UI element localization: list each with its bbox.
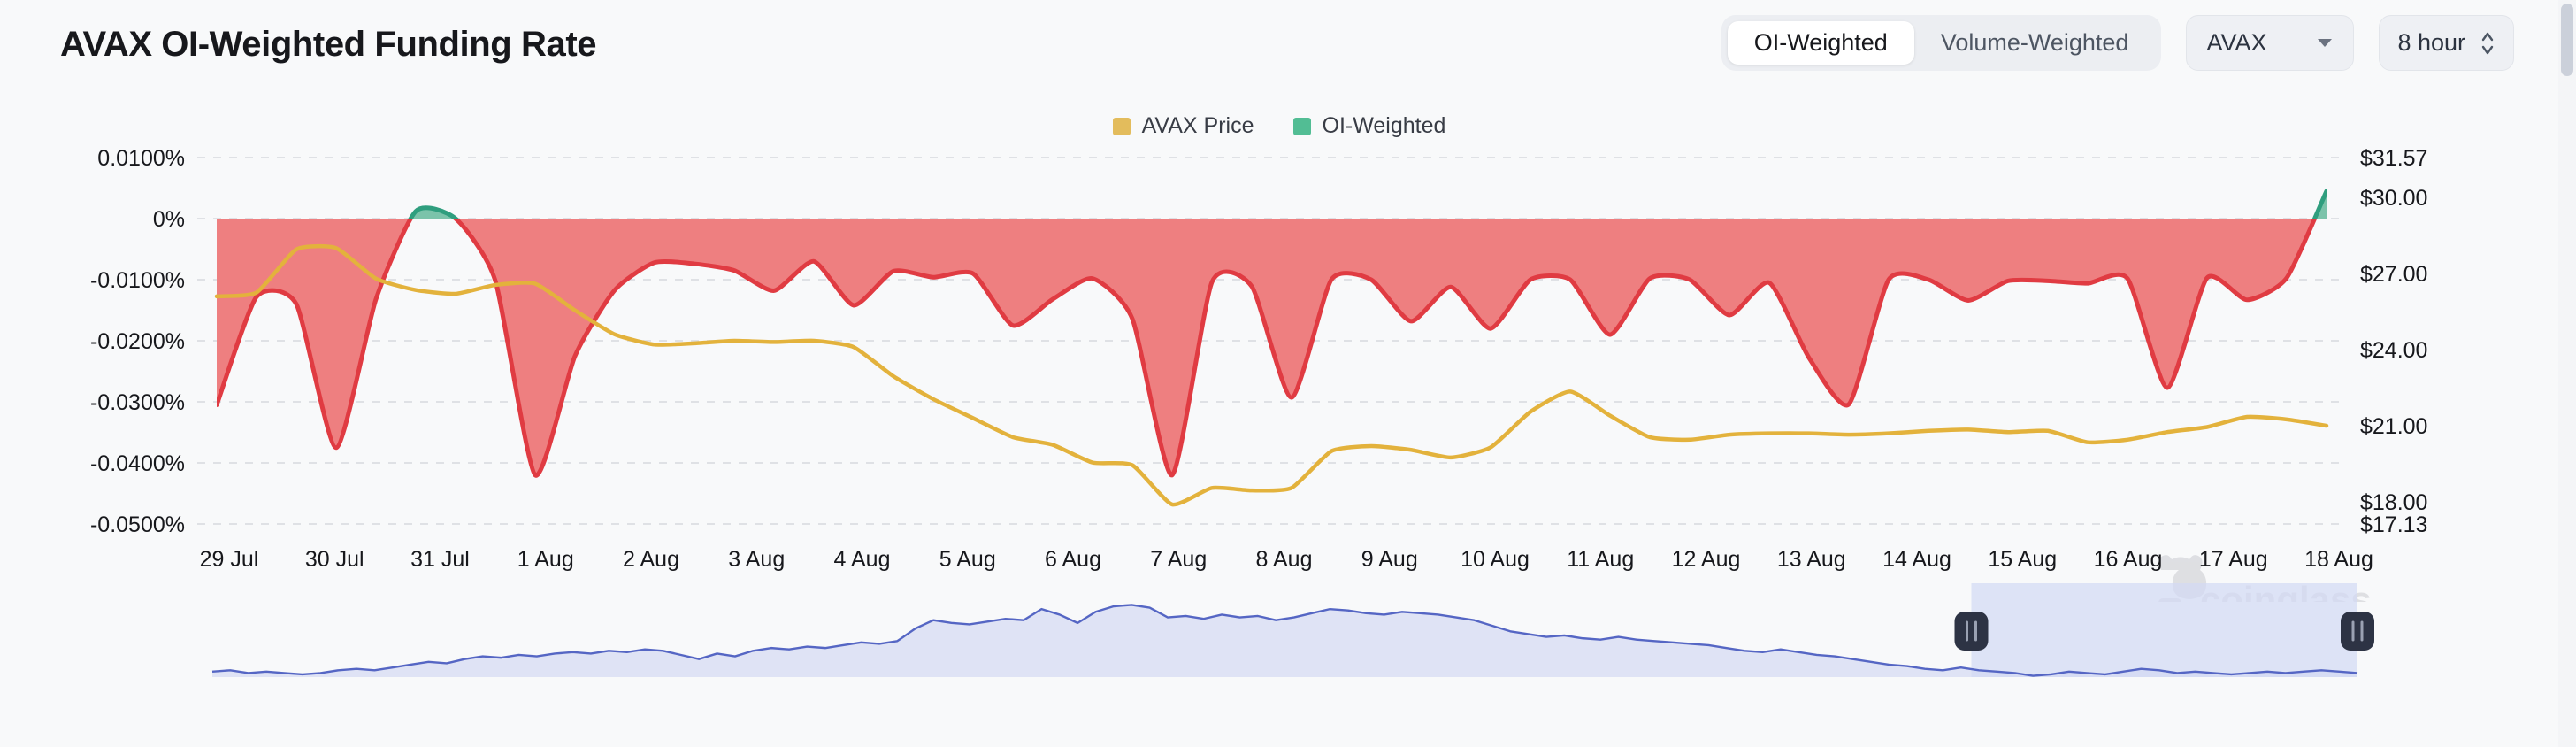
tab-volume-weighted[interactable]: Volume-Weighted <box>1914 21 2156 65</box>
x-axis-label: 30 Jul <box>305 547 364 572</box>
y-axis-left-label: -0.0300% <box>90 390 185 415</box>
x-axis-label: 8 Aug <box>1256 547 1313 572</box>
x-axis-label: 29 Jul <box>200 547 259 572</box>
x-axis-label: 18 Aug <box>2304 547 2373 572</box>
navigator-selection-band[interactable] <box>1971 583 2358 677</box>
y-axis-right-label: $30.00 <box>2360 186 2427 211</box>
stepper-updown-icon <box>2480 29 2496 58</box>
y-axis-left-label: -0.0200% <box>90 329 185 354</box>
x-axis-label: 1 Aug <box>518 547 574 572</box>
y-axis-right-label: $17.13 <box>2360 512 2427 537</box>
legend-item-avax-price[interactable]: AVAX Price <box>1112 113 1254 139</box>
x-axis-label: 10 Aug <box>1460 547 1530 572</box>
x-axis-label: 7 Aug <box>1150 547 1207 572</box>
chart-navigator[interactable] <box>0 580 2558 695</box>
legend-swatch-oi-weighted <box>1292 117 1311 135</box>
x-axis-label: 15 Aug <box>1988 547 2057 572</box>
y-axis-left-label: 0% <box>153 207 185 232</box>
page-scrollbar-track[interactable] <box>2558 0 2576 747</box>
x-axis-label: 13 Aug <box>1777 547 1846 572</box>
x-axis-label: 17 Aug <box>2199 547 2268 572</box>
weighting-toggle-group: OI-Weighted Volume-Weighted <box>1721 15 2162 71</box>
handle-body[interactable] <box>2341 612 2374 651</box>
chart-page: AVAX OI-Weighted Funding Rate OI-Weighte… <box>0 0 2576 747</box>
funding-rate-chart[interactable]: coinglass0.0100%0%-0.0100%-0.0200%-0.030… <box>0 142 2558 602</box>
x-axis-label: 2 Aug <box>623 547 679 572</box>
page-scrollbar-thumb[interactable] <box>2561 4 2573 76</box>
legend-swatch-avax-price <box>1112 117 1131 135</box>
x-axis-label: 31 Jul <box>410 547 470 572</box>
symbol-select-value: AVAX <box>2206 29 2267 56</box>
symbol-select[interactable]: AVAX <box>2186 15 2355 71</box>
tab-oi-weighted[interactable]: OI-Weighted <box>1727 21 1914 65</box>
x-axis-label: 12 Aug <box>1672 547 1741 572</box>
interval-stepper[interactable]: 8 hour <box>2379 15 2514 71</box>
x-axis-label: 4 Aug <box>834 547 891 572</box>
y-axis-right-label: $18.00 <box>2360 490 2427 515</box>
y-axis-left-label: 0.0100% <box>97 146 185 171</box>
chart-plot-area[interactable]: coinglass0.0100%0%-0.0100%-0.0200%-0.030… <box>0 142 2558 602</box>
y-axis-left-label: -0.0400% <box>90 451 185 476</box>
navigator-handle-right[interactable] <box>2341 612 2374 651</box>
chevron-down-icon <box>2316 37 2334 49</box>
navigator-svg[interactable] <box>0 580 2558 695</box>
header-controls: OI-Weighted Volume-Weighted AVAX 8 hour <box>1721 15 2514 71</box>
y-axis-right-label: $31.57 <box>2360 146 2427 171</box>
y-axis-left-label: -0.0500% <box>90 512 185 537</box>
page-header: AVAX OI-Weighted Funding Rate OI-Weighte… <box>0 0 2558 99</box>
x-axis-label: 14 Aug <box>1882 547 1951 572</box>
x-axis-label: 3 Aug <box>728 547 785 572</box>
navigator-handle-left[interactable] <box>1954 612 1989 651</box>
x-axis-label: 5 Aug <box>939 547 996 572</box>
x-axis-label: 9 Aug <box>1361 547 1418 572</box>
x-axis-label: 11 Aug <box>1567 547 1634 572</box>
y-axis-left-label: -0.0100% <box>90 268 185 293</box>
y-axis-right-label: $21.00 <box>2360 414 2427 439</box>
legend-label-avax-price: AVAX Price <box>1141 113 1254 138</box>
interval-stepper-value: 8 hour <box>2397 29 2465 56</box>
x-axis-label: 6 Aug <box>1045 547 1101 572</box>
legend-item-oi-weighted[interactable]: OI-Weighted <box>1292 113 1446 139</box>
page-title: AVAX OI-Weighted Funding Rate <box>60 25 597 64</box>
handle-body[interactable] <box>1954 612 1989 651</box>
chart-legend: AVAX Price OI-Weighted <box>0 113 2558 139</box>
legend-label-oi-weighted: OI-Weighted <box>1322 113 1446 138</box>
x-axis-label: 16 Aug <box>2094 547 2163 572</box>
y-axis-right-label: $27.00 <box>2360 262 2427 287</box>
y-axis-right-label: $24.00 <box>2360 338 2427 363</box>
